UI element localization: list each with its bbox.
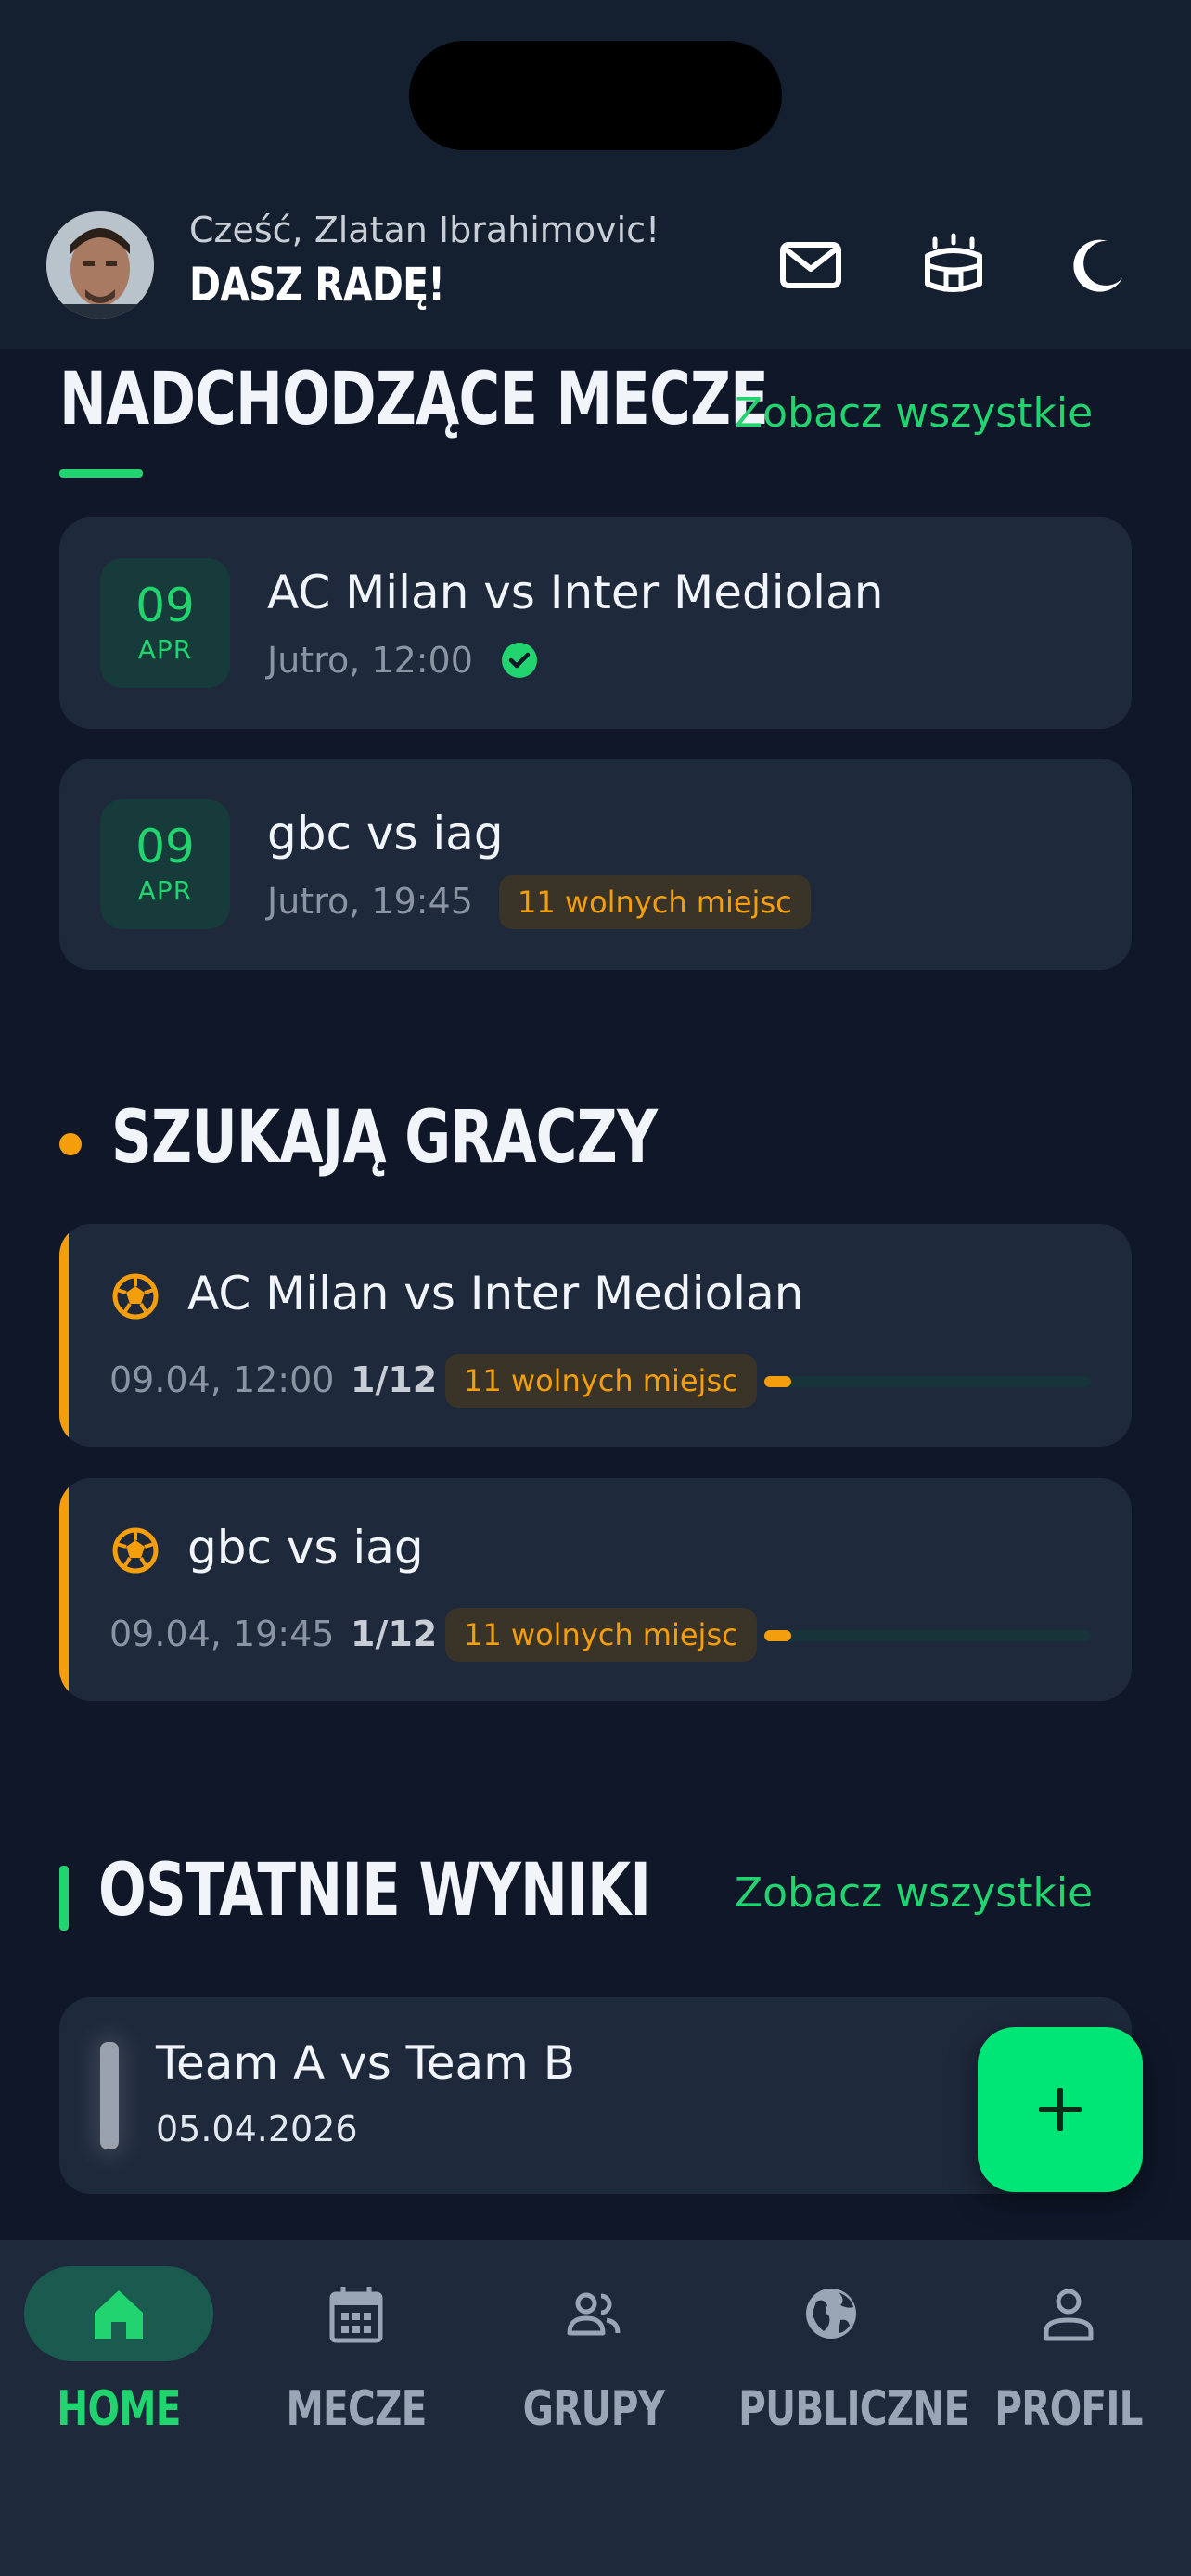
upcoming-see-all-link[interactable]: Zobacz wszystkie [735, 389, 1093, 437]
looking-match-title: gbc vs iag [187, 1521, 424, 1575]
match-card[interactable]: 09 APR gbc vs iag Jutro, 19:45 11 wolnyc… [59, 759, 1132, 970]
calendar-icon [329, 2287, 383, 2343]
header-bar: Cześć, Zlatan Ibrahimovic! DASZ RADĘ! [0, 0, 1191, 349]
looking-card[interactable]: AC Milan vs Inter Mediolan 09.04, 12:00 … [59, 1224, 1132, 1447]
section-dot [59, 1133, 82, 1155]
result-date: 05.04.2026 [156, 2109, 358, 2149]
date-box: 09 APR [100, 799, 230, 929]
player-count: 1/12 [351, 1613, 438, 1654]
free-spots-badge: 11 wolnych miejsc [499, 875, 811, 929]
person-icon [1044, 2289, 1094, 2341]
nav-label: PUBLICZNE [738, 2381, 969, 2437]
group-icon [567, 2292, 621, 2336]
soccer-ball-icon [112, 1273, 159, 1320]
looking-match-title: AC Milan vs Inter Mediolan [187, 1267, 804, 1320]
check-circle-icon [502, 643, 537, 678]
dynamic-island [409, 41, 782, 150]
results-see-all-link[interactable]: Zobacz wszystkie [735, 1869, 1093, 1917]
looking-card[interactable]: gbc vs iag 09.04, 19:45 1/12 11 wolnych … [59, 1478, 1132, 1701]
match-time: Jutro, 12:00 [267, 640, 473, 681]
globe-icon [806, 2289, 856, 2339]
nav-label: MECZE [286, 2381, 427, 2437]
upcoming-title: NADCHODZĄCE MECZE [59, 358, 769, 441]
players-progress-bar [764, 1376, 1091, 1387]
stadium-icon[interactable] [920, 232, 987, 299]
moon-icon[interactable] [1063, 232, 1130, 299]
card-accent-bar [59, 1478, 69, 1701]
avatar[interactable] [46, 211, 154, 319]
add-match-button[interactable] [978, 2027, 1143, 2192]
date-day: 09 [135, 579, 195, 632]
match-time: Jutro, 19:45 [267, 881, 473, 922]
nav-label: HOME [57, 2381, 181, 2437]
players-progress-bar [764, 1630, 1091, 1641]
nav-label: PROFIL [994, 2381, 1143, 2437]
nav-label: GRUPY [522, 2381, 665, 2437]
free-spots-badge: 11 wolnych miejsc [445, 1608, 757, 1662]
results-title: OSTATNIE WYNIKI [98, 1849, 651, 1932]
looking-match-date: 09.04, 19:45 [109, 1613, 335, 1654]
result-title: Team A vs Team B [156, 2036, 576, 2090]
looking-match-date: 09.04, 12:00 [109, 1359, 335, 1400]
looking-title: SZUKAJĄ GRACZY [111, 1096, 658, 1180]
nav-item-home[interactable]: HOME [0, 2240, 237, 2463]
match-title: gbc vs iag [267, 807, 504, 861]
date-box: 09 APR [100, 558, 230, 688]
nav-item-groups[interactable]: GRUPY [475, 2240, 712, 2463]
player-count: 1/12 [351, 1359, 438, 1400]
mail-icon[interactable] [777, 232, 844, 299]
result-indicator [100, 2042, 119, 2149]
nav-item-profile[interactable]: PROFIL [950, 2240, 1187, 2463]
date-month: APR [137, 634, 193, 665]
soccer-ball-icon [112, 1527, 159, 1574]
card-accent-bar [59, 1224, 69, 1447]
date-day: 09 [135, 820, 195, 874]
title-underline [59, 469, 143, 478]
result-card[interactable]: Team A vs Team B 05.04.2026 [59, 1997, 1132, 2194]
match-title: AC Milan vs Inter Mediolan [267, 566, 884, 619]
match-card[interactable]: 09 APR AC Milan vs Inter Mediolan Jutro,… [59, 517, 1132, 729]
free-spots-badge: 11 wolnych miejsc [445, 1354, 757, 1408]
section-accent-bar [59, 1866, 69, 1931]
nav-item-matches[interactable]: MECZE [237, 2240, 475, 2463]
home-icon [95, 2290, 143, 2339]
greeting-text: Cześć, Zlatan Ibrahimovic! [189, 210, 660, 250]
date-month: APR [137, 875, 193, 906]
nav-item-public[interactable]: PUBLICZNE [712, 2240, 969, 2463]
bottom-nav: HOME MECZE GRUPY PUBLICZNE PROFIL [0, 2240, 1191, 2576]
motto-text: DASZ RADĘ! [189, 258, 445, 312]
